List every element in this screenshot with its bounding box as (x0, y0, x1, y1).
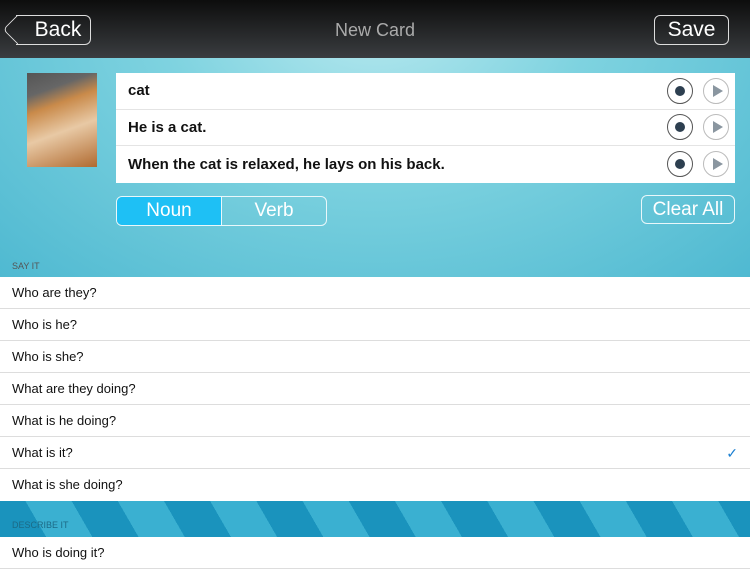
item-label: What is it? (12, 445, 73, 460)
say-it-list: Who are they? Who is he? Who is she? Wha… (0, 277, 750, 501)
record-icon[interactable] (667, 114, 693, 141)
list-item[interactable]: Who are they? (0, 277, 750, 309)
record-icon[interactable] (667, 77, 693, 104)
sentence-field[interactable]: He is a cat. (128, 119, 667, 136)
word-field[interactable]: cat (128, 82, 667, 99)
section-title: DESCRIBE IT (12, 520, 69, 530)
save-button[interactable]: Save (654, 15, 729, 45)
item-label: Who is he? (12, 317, 78, 332)
item-label: Who is doing it? (12, 545, 105, 560)
field-row: He is a cat. (116, 110, 735, 147)
list-item[interactable]: Who is doing it? (0, 537, 750, 569)
clear-all-button[interactable]: Clear All (641, 195, 735, 224)
segment-noun[interactable]: Noun (117, 197, 221, 225)
section-header-say-it: SAY IT (12, 261, 40, 271)
section-header-describe-it: DESCRIBE IT (0, 501, 750, 537)
list-item[interactable]: What is she doing? (0, 469, 750, 501)
card-photo[interactable] (27, 73, 97, 167)
list-item[interactable]: What is it? ✓ (0, 437, 750, 469)
navigation-bar: New Card Back Save (0, 0, 750, 58)
segment-verb[interactable]: Verb (221, 197, 326, 225)
card-fields: cat He is a cat. When the cat is relaxed… (116, 73, 735, 183)
play-icon[interactable] (703, 114, 729, 141)
description-field[interactable]: When the cat is relaxed, he lays on his … (128, 156, 667, 173)
item-label: What is he doing? (12, 413, 117, 428)
card-editor: cat He is a cat. When the cat is relaxed… (0, 58, 750, 277)
back-button[interactable]: Back (16, 15, 91, 45)
checkmark-icon: ✓ (726, 445, 738, 461)
item-label: What is she doing? (12, 477, 123, 492)
describe-it-list: Who is doing it? (0, 537, 750, 569)
list-item[interactable]: Who is she? (0, 341, 750, 373)
word-type-segmented-control: Noun Verb (116, 196, 327, 226)
field-row: When the cat is relaxed, he lays on his … (116, 146, 735, 183)
play-icon[interactable] (703, 151, 729, 178)
play-icon[interactable] (703, 77, 729, 104)
item-label: Who are they? (12, 285, 97, 300)
list-item[interactable]: What are they doing? (0, 373, 750, 405)
list-item[interactable]: What is he doing? (0, 405, 750, 437)
page-title: New Card (334, 20, 416, 40)
record-icon[interactable] (667, 151, 693, 178)
field-row: cat (116, 73, 735, 110)
list-item[interactable]: Who is he? (0, 309, 750, 341)
item-label: What are they doing? (12, 381, 136, 396)
item-label: Who is she? (12, 349, 84, 364)
